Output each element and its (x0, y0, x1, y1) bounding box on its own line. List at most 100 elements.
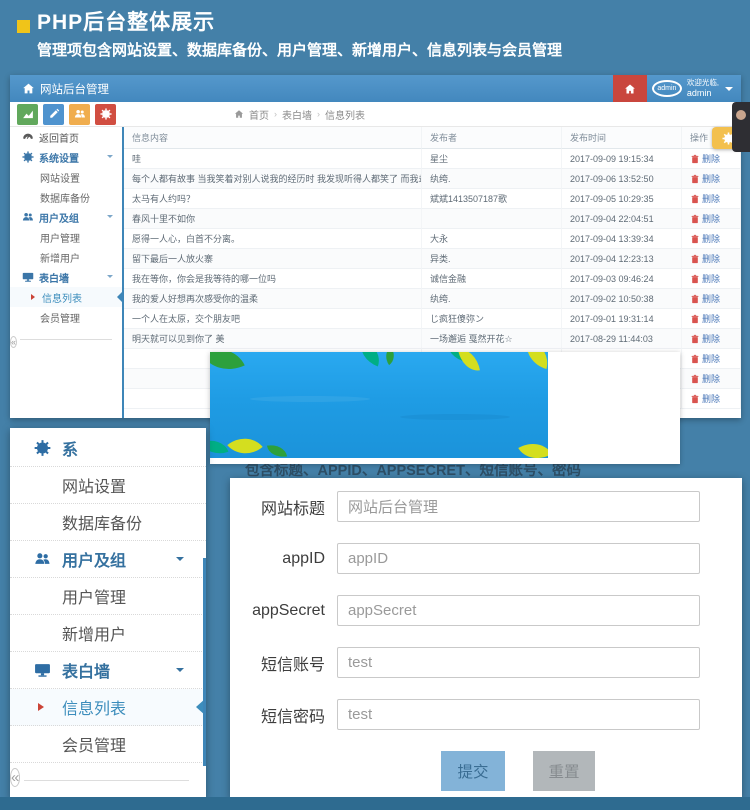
cell-time: 2017-09-01 19:31:14 (562, 309, 682, 329)
sidebar-item-confession-wall[interactable]: 表白墙 (10, 267, 122, 287)
sidebar-item-label: 返回首页 (39, 130, 79, 145)
sidebar-item-label: 网站设置 (40, 170, 80, 185)
sidebar-item-site-settings[interactable]: 网站设置 (10, 467, 206, 504)
sidebar-item-member-management[interactable]: 会员管理 (10, 726, 206, 763)
sidebar-item-return-home[interactable]: 返回首页 (10, 127, 122, 147)
sidebar-item-label: 系统设置 (39, 150, 79, 165)
username: admin (687, 88, 719, 98)
cell-time: 2017-08-29 11:44:03 (562, 329, 682, 349)
leaf-shape (355, 352, 384, 367)
cell-publisher: 诚信金融 (422, 269, 562, 289)
delete-label: 删除 (702, 312, 720, 325)
monitor-icon (22, 271, 34, 283)
delete-link[interactable]: 删除 (690, 172, 720, 185)
delete-label: 删除 (702, 232, 720, 245)
field-label: 网站标题 (230, 495, 325, 519)
page-subtitle: 管理项包含网站设置、数据库备份、用户管理、新增用户、信息列表与会员管理 (37, 39, 562, 60)
contact-widget[interactable] (732, 102, 750, 152)
sidebar-item-add-user[interactable]: 新增用户 (10, 615, 206, 652)
cell-operation: 删除 (682, 289, 741, 309)
avatar[interactable]: admin (652, 80, 682, 97)
welcome-text: 欢迎光临, (687, 79, 719, 88)
delete-link[interactable]: 删除 (690, 292, 720, 305)
users-button[interactable] (69, 104, 90, 125)
sidebar-item-users-groups[interactable]: 用户及组 (10, 207, 122, 227)
sidebar-item-label: 用户及组 (39, 210, 79, 225)
delete-link[interactable]: 删除 (690, 312, 720, 325)
trash-icon (690, 254, 700, 264)
trash-icon (690, 294, 700, 304)
breadcrumb-section[interactable]: 表白墙 (282, 107, 312, 122)
trash-icon (690, 154, 700, 164)
delete-link[interactable]: 删除 (690, 332, 720, 345)
sidebar-item-confession-wall[interactable]: 表白墙 (10, 652, 206, 689)
collapse-button[interactable]: « (10, 768, 20, 787)
bottom-strip (0, 797, 750, 810)
cell-publisher: じ疯狂傻弥ン (422, 309, 562, 329)
trash-icon (690, 354, 700, 364)
sidebar-item-user-management[interactable]: 用户管理 (10, 227, 122, 247)
reset-button[interactable]: 重置 (533, 751, 595, 791)
sidebar-item-message-list[interactable]: 信息列表 (10, 689, 206, 726)
breadcrumb-current: 信息列表 (325, 107, 365, 122)
cell-content: 明天就可以见到你了 美 (124, 329, 422, 349)
delete-link[interactable]: 删除 (690, 252, 720, 265)
delete-link[interactable]: 删除 (690, 272, 720, 285)
submit-button[interactable]: 提交 (441, 751, 505, 791)
delete-link[interactable]: 删除 (690, 212, 720, 225)
chart-button[interactable] (17, 104, 38, 125)
delete-label: 删除 (702, 292, 720, 305)
settings-button[interactable] (95, 104, 116, 125)
sms-account-input[interactable] (337, 647, 700, 678)
sidebar-item-member-management[interactable]: 会员管理 (10, 307, 122, 327)
home-icon (22, 82, 35, 95)
site-title-input[interactable] (337, 491, 700, 522)
home-icon (624, 83, 636, 95)
app-secret-input[interactable] (337, 595, 700, 626)
user-menu[interactable]: 欢迎光临, admin (687, 79, 719, 98)
delete-link[interactable]: 删除 (690, 152, 720, 165)
sidebar-item-db-backup[interactable]: 数据库备份 (10, 504, 206, 541)
collapse-button[interactable]: « (10, 336, 17, 348)
sidebar-item-add-user[interactable]: 新增用户 (10, 247, 122, 267)
dashboard-icon (22, 131, 34, 143)
sidebar-collapse: « (10, 332, 122, 348)
chevron-down-icon[interactable] (725, 87, 733, 95)
caret-right-icon (31, 294, 35, 300)
edit-button[interactable] (43, 104, 64, 125)
delete-label: 删除 (702, 252, 720, 265)
sms-password-input[interactable] (337, 699, 700, 730)
form-row: 网站标题 (230, 491, 742, 522)
sidebar-item-user-management[interactable]: 用户管理 (10, 578, 206, 615)
divider (24, 780, 189, 781)
admin-brand: 网站后台管理 (22, 81, 109, 97)
sidebar-item-users-groups[interactable]: 用户及组 (10, 541, 206, 578)
trash-icon (690, 374, 700, 384)
gear-icon (34, 440, 51, 457)
sidebar-collapse: « (10, 764, 203, 798)
sidebar-screenshot: 系网站设置数据库备份用户及组用户管理新增用户表白墙信息列表会员管理 « (10, 428, 206, 798)
app-id-input[interactable] (337, 543, 700, 574)
field-label: 短信密码 (230, 703, 325, 727)
cell-content: 我的爱人好想再次感受你的温柔 (124, 289, 422, 309)
table-row: 愿得一人心，白首不分离。大永2017-09-04 13:39:34删除 (124, 229, 741, 249)
sidebar-item-message-list[interactable]: 信息列表 (10, 287, 122, 307)
cell-operation: 删除 (682, 169, 741, 189)
sidebar-item-label: 用户管理 (62, 584, 126, 608)
delete-link[interactable]: 删除 (690, 232, 720, 245)
sidebar-item-label: 表白墙 (39, 270, 69, 285)
sidebar-item-site-settings[interactable]: 网站设置 (10, 167, 122, 187)
sidebar-item-system-settings[interactable]: 系统设置 (10, 147, 122, 167)
table-row: 留下最后一人放火寨异类.2017-09-04 12:23:13删除 (124, 249, 741, 269)
delete-link[interactable]: 删除 (690, 352, 720, 365)
sidebar-item-label: 网站设置 (62, 473, 126, 497)
sidebar-item-db-backup[interactable]: 数据库备份 (10, 187, 122, 207)
cell-time: 2017-09-05 10:29:35 (562, 189, 682, 209)
delete-link[interactable]: 删除 (690, 392, 720, 405)
delete-link[interactable]: 删除 (690, 192, 720, 205)
cell-publisher: 大永 (422, 229, 562, 249)
delete-link[interactable]: 删除 (690, 372, 720, 385)
header-home-button[interactable] (613, 75, 647, 102)
sidebar-item-system-settings[interactable]: 系 (10, 430, 206, 467)
breadcrumb-home[interactable]: 首页 (249, 107, 269, 122)
